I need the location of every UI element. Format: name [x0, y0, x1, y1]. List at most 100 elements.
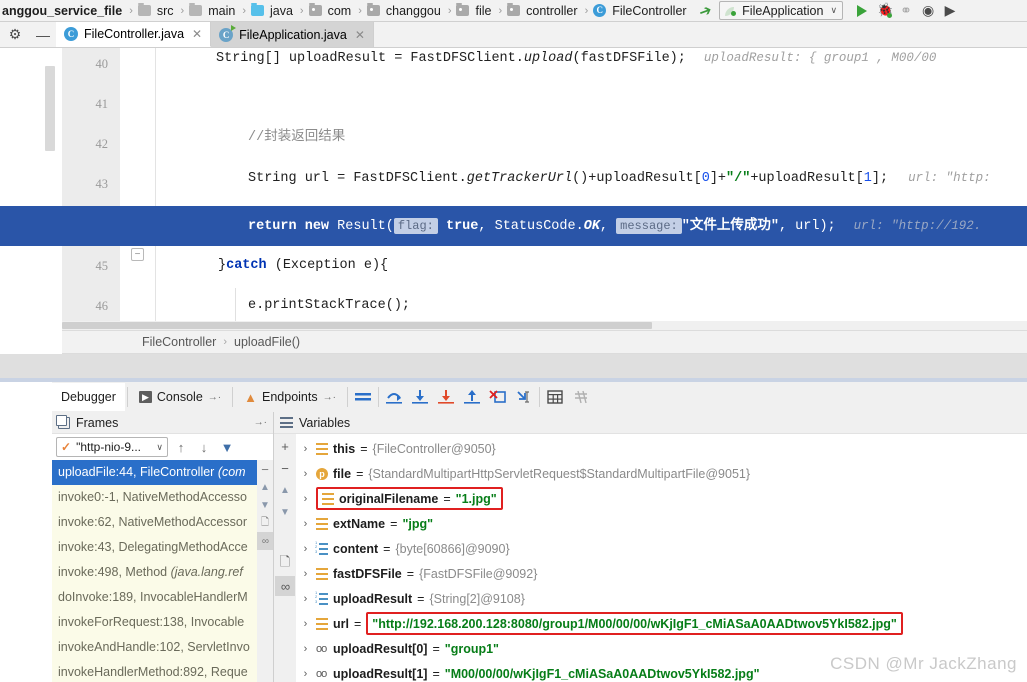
close-icon[interactable]: ✕ [192, 27, 202, 41]
check-icon: ✓ [61, 440, 72, 454]
expand-chevron-icon[interactable]: › [300, 618, 311, 630]
collapse-icon[interactable]: − [257, 460, 273, 478]
copy-icon[interactable]: 🗋 [275, 554, 295, 574]
frame-row[interactable]: invoke:62, NativeMethodAccessor [52, 510, 258, 535]
minimize-icon[interactable]: — [30, 22, 56, 47]
watches-icon[interactable]: ∞ [275, 576, 295, 596]
breadcrumb-label: anggou_service_file [2, 3, 123, 18]
frame-up-icon[interactable]: ↑ [171, 437, 191, 457]
more-actions-button[interactable]: ▶ [939, 1, 961, 21]
expand-chevron-icon[interactable]: › [300, 443, 311, 455]
move-down-icon[interactable]: ▼ [275, 502, 295, 522]
evaluate-expression-icon[interactable] [542, 384, 568, 410]
pin-icon[interactable]: →· [323, 392, 336, 403]
expand-chevron-icon[interactable]: › [300, 568, 311, 580]
frame-row[interactable]: invokeHandlerMethod:892, Reque [52, 660, 258, 682]
gear-icon[interactable]: ⚙ [0, 22, 30, 47]
pin-icon[interactable]: →· [254, 417, 267, 428]
build-hammer-icon[interactable]: ➔ [696, 0, 714, 21]
run-button[interactable] [851, 1, 873, 21]
frame-row[interactable]: invoke:498, Method (java.lang.ref [52, 560, 258, 585]
breadcrumb-item-com[interactable]: com [308, 3, 354, 18]
show-execution-point-icon[interactable] [350, 384, 376, 410]
watches-icon[interactable]: ∞ [257, 532, 273, 550]
breadcrumb-item-java[interactable]: java [250, 3, 295, 18]
tab-file-controller[interactable]: C FileController.java ✕ [56, 22, 212, 47]
variable-row[interactable]: › this = {FileController@9050} [296, 436, 1027, 461]
debug-button[interactable] [873, 1, 895, 21]
tab-endpoints[interactable]: ▲ Endpoints →· [235, 383, 345, 411]
scroll-up-icon[interactable]: ▲ [257, 478, 273, 496]
run-configuration-selector[interactable]: FileApplication ∨ [719, 1, 844, 20]
frame-row[interactable]: invoke:43, DelegatingMethodAcce [52, 535, 258, 560]
line-number: 41 [95, 97, 109, 111]
thread-selector[interactable]: ✓ "http-nio-9... ∨ [56, 437, 168, 457]
breadcrumb-item-changgou[interactable]: changgou [366, 3, 443, 18]
frame-down-icon[interactable]: ↓ [194, 437, 214, 457]
breadcrumb-item-main[interactable]: main [189, 3, 237, 18]
close-icon[interactable]: ✕ [355, 28, 365, 42]
editor-horizontal-scrollbar[interactable] [62, 321, 1027, 330]
breadcrumb-class[interactable]: FileController [142, 335, 216, 349]
breadcrumb-item-src[interactable]: src [137, 3, 176, 18]
breadcrumb-item-file[interactable]: file [456, 3, 493, 18]
variable-row[interactable]: › p file = {StandardMultipartHttpServlet… [296, 461, 1027, 486]
scroll-down-icon[interactable]: ▼ [257, 496, 273, 514]
editor-vertical-scroll-thumb[interactable] [45, 66, 55, 151]
frame-row[interactable]: doInvoke:189, InvocableHandlerM [52, 585, 258, 610]
breadcrumb-item-project[interactable]: anggou_service_file [0, 4, 124, 18]
frames-icon [56, 414, 70, 429]
variable-row[interactable]: › url = "http://192.168.200.128:8080/gro… [296, 611, 1027, 636]
code-editor[interactable]: 40 41 42 43 44 45 46 47 − − String[] upl… [0, 48, 1027, 330]
frame-row[interactable]: invoke0:-1, NativeMethodAccesso [52, 485, 258, 510]
variables-list[interactable]: › this = {FileController@9050} › p file … [296, 434, 1027, 682]
variable-row[interactable]: › uploadResult = {String[2]@9108} [296, 586, 1027, 611]
editor-code-area[interactable]: String[] uploadResult = FastDFSClient.up… [0, 48, 1027, 330]
expand-chevron-icon[interactable]: › [300, 643, 311, 655]
mute-breakpoints-icon[interactable] [568, 384, 594, 410]
run-to-cursor-icon[interactable] [511, 384, 537, 410]
variable-row[interactable]: › originalFilename = "1.jpg" [296, 486, 1027, 511]
move-up-icon[interactable]: ▲ [275, 480, 295, 500]
run-with-coverage-button[interactable]: ⚭ [895, 1, 917, 21]
add-watch-icon[interactable]: + [275, 436, 295, 456]
drop-frame-icon[interactable] [485, 384, 511, 410]
pin-icon[interactable]: →· [208, 392, 221, 403]
breadcrumb-item-controller[interactable]: controller [507, 3, 579, 18]
code-text: } [218, 258, 227, 273]
tab-console[interactable]: ▶ Console →· [130, 383, 230, 411]
expand-chevron-icon[interactable]: › [300, 468, 311, 480]
breadcrumb-item-class[interactable]: C FileController [593, 4, 688, 18]
remove-watch-icon[interactable]: − [275, 458, 295, 478]
tab-debugger[interactable]: Debugger [52, 383, 125, 411]
frame-row-selected[interactable]: uploadFile:44, FileController (com [52, 460, 258, 485]
expand-chevron-icon[interactable]: › [300, 593, 311, 605]
current-line[interactable]: return new Result(flag: true, StatusCode… [0, 206, 1027, 246]
filter-icon[interactable]: ▼ [217, 437, 237, 457]
step-over-icon[interactable] [381, 384, 407, 410]
breadcrumb-method[interactable]: uploadFile() [234, 335, 300, 349]
copy-icon[interactable]: 🗋 [257, 514, 273, 532]
expand-chevron-icon[interactable]: › [300, 543, 311, 555]
chevron-down-icon: ∨ [156, 441, 163, 452]
variable-row[interactable]: › fastDFSFile = {FastDFSFile@9092} [296, 561, 1027, 586]
frame-row[interactable]: invokeAndHandle:102, ServletInvo [52, 635, 258, 660]
frame-label: invokeAndHandle:102, ServletInvo [58, 640, 250, 654]
force-step-into-icon[interactable] [433, 384, 459, 410]
profile-button[interactable]: ◉ [917, 1, 939, 21]
editor-fold-column[interactable] [120, 48, 156, 330]
variable-row[interactable]: › content = {byte[60866]@9090} [296, 536, 1027, 561]
expand-chevron-icon[interactable]: › [300, 518, 311, 530]
expand-chevron-icon[interactable]: › [300, 493, 311, 505]
variable-row[interactable]: › extName = "jpg" [296, 511, 1027, 536]
frame-row[interactable]: invokeForRequest:138, Invocable [52, 610, 258, 635]
frames-list[interactable]: uploadFile:44, FileController (com invok… [52, 460, 258, 682]
tab-file-application[interactable]: C FileApplication.java ✕ [211, 22, 374, 47]
step-into-icon[interactable] [407, 384, 433, 410]
fold-marker-collapse[interactable]: − [131, 248, 144, 266]
step-out-icon[interactable] [459, 384, 485, 410]
expand-chevron-icon[interactable]: › [300, 668, 311, 680]
equals-sign: = [406, 566, 415, 581]
breadcrumb-separator: › [223, 336, 228, 348]
scrollbar-thumb[interactable] [62, 322, 652, 329]
